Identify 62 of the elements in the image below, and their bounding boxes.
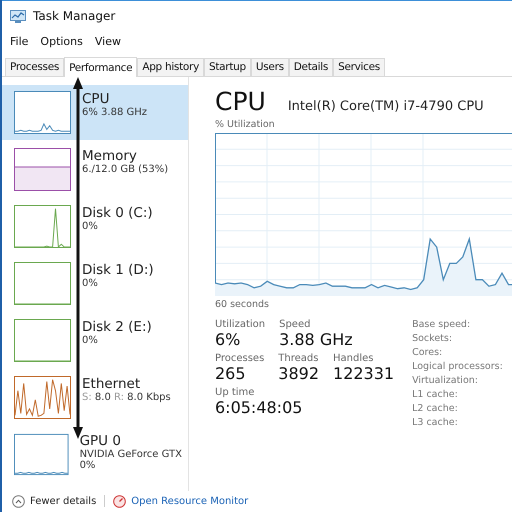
- tab[interactable]: Processes: [5, 58, 64, 76]
- stat-value: 3892: [278, 364, 320, 383]
- spec-label: Logical processors:: [412, 361, 503, 372]
- device-name: Disk 0 (C:): [82, 205, 153, 221]
- spec-label: L3 cache:: [412, 417, 459, 428]
- processor-model: Intel(R) Core(TM) i7-4790 CPU: [288, 99, 484, 114]
- device-detail: 6% 3.88 GHz: [82, 107, 148, 118]
- tab[interactable]: Users: [250, 58, 289, 76]
- app-icon: [10, 10, 26, 22]
- stat-label: Speed: [279, 319, 312, 330]
- tab[interactable]: Details: [288, 58, 334, 76]
- stat-label: Up time: [215, 387, 256, 398]
- device-name: Ethernet: [82, 376, 142, 392]
- stat-label: Handles: [333, 353, 374, 364]
- device-detail: 0%: [82, 335, 99, 346]
- sidebar-item[interactable]: GPU 0 NVIDIA GeForce GTX 0%: [2, 427, 188, 482]
- device-name: Disk 1 (D:): [82, 262, 154, 278]
- menu-item[interactable]: File: [10, 35, 28, 48]
- device-detail: 6./12.0 GB (53%): [82, 164, 168, 175]
- sidebar-item[interactable]: Memory 6./12.0 GB (53%): [2, 142, 188, 197]
- stat-value: 6%: [215, 330, 242, 349]
- device-name: GPU 0: [80, 433, 122, 449]
- device-detail: 0%: [82, 221, 99, 232]
- chevron-up-icon: [12, 494, 25, 508]
- stat-value: 6:05:48:05: [215, 398, 302, 417]
- menu-item[interactable]: View: [94, 35, 121, 48]
- sidebar-item[interactable]: Disk 0 (C:) 0%: [2, 199, 188, 254]
- gauge-icon: [113, 494, 126, 508]
- spec-label: Cores:: [412, 347, 444, 358]
- sidebar-item[interactable]: Disk 1 (D:) 0%: [2, 256, 188, 311]
- device-detail: NVIDIA GeForce GTX: [80, 449, 182, 460]
- fewer-details-button[interactable]: Fewer details: [12, 494, 96, 508]
- resource-monitor-link[interactable]: Open Resource Monitor: [113, 494, 248, 508]
- spec-label: L2 cache:: [412, 403, 459, 414]
- panel-title: CPU: [215, 87, 266, 116]
- device-usage: 0%: [80, 460, 96, 471]
- tab[interactable]: App history: [137, 58, 204, 76]
- spec-label: Sockets:: [412, 333, 454, 344]
- sidebar-item[interactable]: Disk 2 (E:) 0%: [2, 313, 188, 368]
- tab[interactable]: Startup: [204, 58, 251, 76]
- chart-label: % Utilization: [215, 119, 276, 130]
- time-span-label: 60 seconds: [215, 299, 270, 310]
- stat-label: Processes: [215, 353, 264, 364]
- device-name: CPU: [82, 91, 110, 107]
- device-name: Disk 2 (E:): [82, 319, 152, 335]
- tab[interactable]: Performance: [64, 57, 138, 77]
- network-speed: S: 8.0 R: 8.0 Kbps: [82, 392, 171, 403]
- stat-label: Utilization: [215, 319, 266, 330]
- spec-label: L1 cache:: [412, 389, 459, 400]
- window-title: Task Manager: [33, 9, 116, 23]
- tab[interactable]: Services: [333, 58, 385, 76]
- spec-label: Base speed:: [412, 319, 472, 330]
- sidebar-item[interactable]: CPU 6% 3.88 GHz: [2, 85, 188, 140]
- stat-label: Threads: [278, 353, 320, 364]
- stat-value: 265: [215, 364, 247, 383]
- device-name: Memory: [82, 148, 138, 164]
- menu-item[interactable]: Options: [40, 35, 83, 48]
- stat-value: 122331: [333, 364, 394, 383]
- device-detail: 0%: [82, 278, 99, 289]
- spec-label: Virtualization:: [412, 375, 479, 386]
- sidebar-item[interactable]: Ethernet S: 8.0 R: 8.0 Kbps: [2, 370, 188, 425]
- stat-value: 3.88 GHz: [279, 330, 353, 349]
